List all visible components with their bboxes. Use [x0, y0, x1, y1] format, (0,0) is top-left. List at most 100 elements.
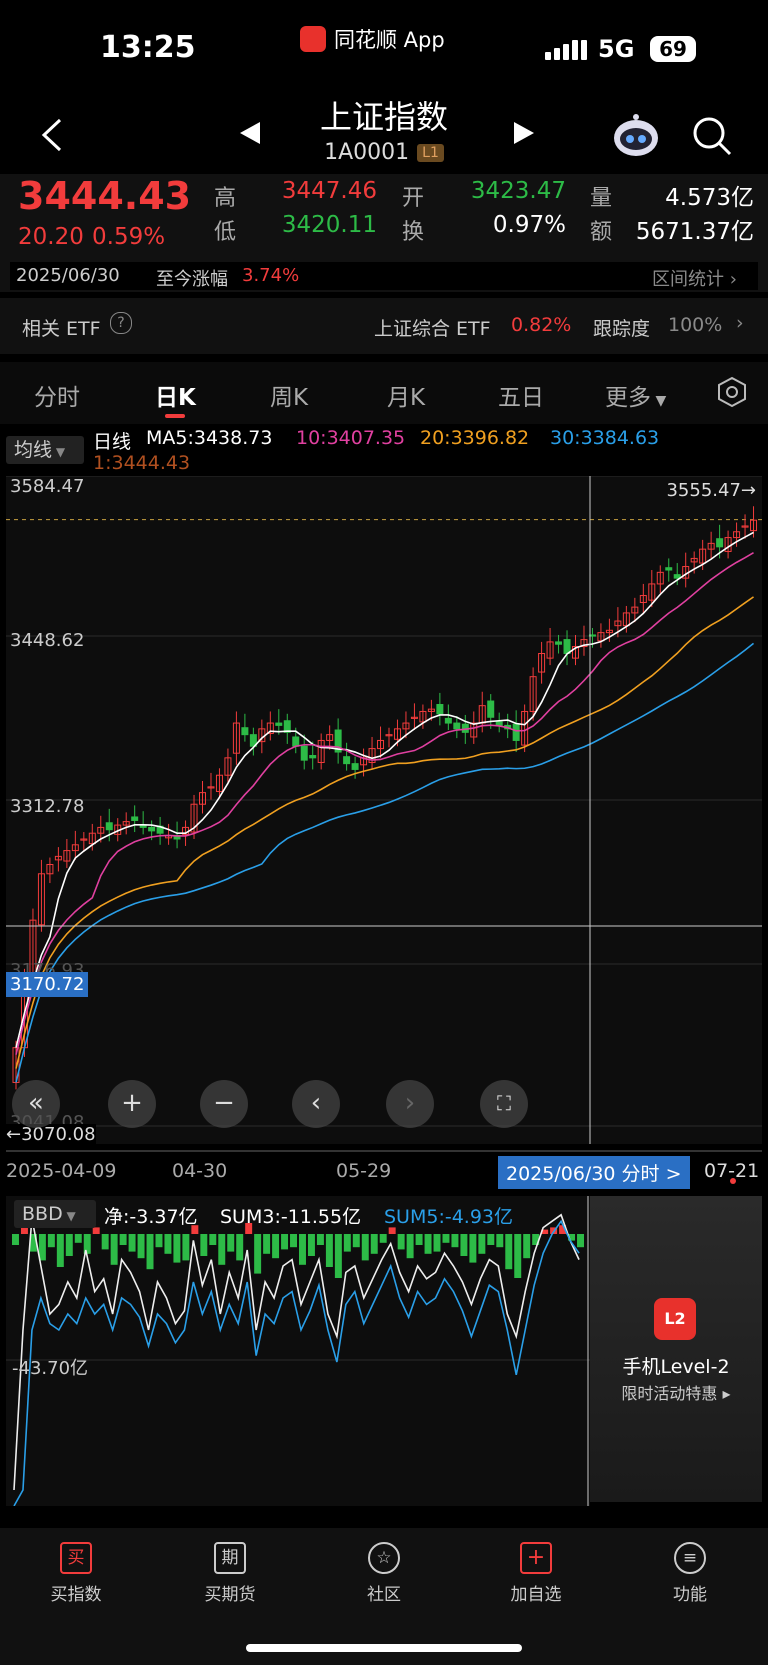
bbd-bar — [218, 1234, 226, 1265]
app-logo-icon — [300, 26, 326, 52]
level2-title: 手机Level-2 — [622, 1356, 730, 1378]
buy-index-button[interactable]: 买 买指数 — [26, 1542, 126, 1605]
candle-body — [436, 704, 444, 715]
track-value: 100% — [668, 314, 723, 336]
status-app-indicator: 同花顺 App — [300, 24, 445, 54]
candle-body — [241, 727, 249, 736]
volume-value: 4.573亿 — [665, 185, 754, 211]
bbd-bar — [47, 1234, 55, 1248]
bbd-bar — [469, 1234, 477, 1263]
bbd-bar — [370, 1234, 378, 1254]
bbd-bar — [12, 1234, 19, 1245]
functions-button[interactable]: ≡ 功能 — [640, 1542, 740, 1605]
open-value: 3423.47 — [470, 178, 566, 204]
scroll-left-button[interactable]: ‹ — [292, 1080, 340, 1128]
bbd-bar — [514, 1234, 522, 1278]
ma5-value: MA5:3438.73 — [146, 427, 273, 449]
menu-icon: ≡ — [674, 1542, 706, 1574]
chevron-left-icon: ‹ — [310, 1088, 322, 1118]
functions-label: 功能 — [673, 1585, 707, 1605]
level2-promo-card[interactable]: L2 手机Level-2 限时活动特惠 ▸ — [590, 1196, 762, 1502]
range-stats-link[interactable]: 区间统计 › — [652, 265, 737, 291]
zoom-in-button[interactable]: + — [108, 1080, 156, 1128]
scroll-right-button[interactable]: › — [386, 1080, 434, 1128]
tab-intraday[interactable]: 分时 — [34, 378, 80, 412]
bbd-bar — [496, 1234, 504, 1248]
related-etf-row[interactable]: 相关 ETF ? 上证综合 ETF 0.82% 跟踪度 100% › — [0, 298, 768, 354]
level2-icon: L2 — [654, 1298, 696, 1340]
bbd-bar — [406, 1234, 414, 1259]
indicator-selector[interactable]: 均线 ▼ — [6, 436, 84, 464]
bbd-bar — [442, 1234, 450, 1243]
amount-value: 5671.37亿 — [635, 219, 754, 245]
bbd-bar — [236, 1234, 244, 1261]
minus-icon: − — [213, 1088, 235, 1118]
x-axis: 2025-04-09 04-30 05-29 2025/06/30 分时 > 0… — [0, 1150, 768, 1189]
buy-futures-button[interactable]: 期 买期货 — [180, 1542, 280, 1605]
turnover-value: 0.97% — [492, 212, 566, 238]
battery-icon: 69 — [650, 36, 696, 62]
bbd-bar — [164, 1234, 172, 1254]
collapse-left-button[interactable]: « — [12, 1080, 60, 1128]
bbd-bar — [110, 1234, 118, 1265]
candle-body — [343, 756, 351, 765]
code-text: 1A0001 — [324, 140, 410, 165]
plus-icon: + — [121, 1088, 143, 1118]
bbd-bar — [299, 1234, 306, 1265]
ai-assistant-button[interactable] — [610, 110, 662, 162]
triangle-right-icon — [514, 122, 534, 144]
tab-five-day[interactable]: 五日 — [498, 378, 544, 412]
bbd-bar — [487, 1234, 495, 1245]
candle-body — [105, 822, 113, 831]
level2-subtitle-row: 限时活动特惠 ▸ — [590, 1380, 762, 1404]
search-button[interactable] — [690, 114, 734, 158]
tab-more-label: 更多 — [605, 385, 651, 411]
buy-index-label: 买指数 — [50, 1585, 102, 1605]
track-label: 跟踪度 — [593, 318, 651, 340]
search-icon — [693, 117, 732, 156]
candle-body — [495, 721, 503, 726]
candle-body — [148, 826, 156, 832]
ma1-value: 1:3444.43 — [93, 452, 191, 474]
chevron-right-icon: › — [404, 1088, 416, 1118]
bbd-bar — [451, 1234, 459, 1248]
robot-icon — [614, 114, 658, 156]
selected-date-intraday-button[interactable]: 2025/06/30 分时 > — [498, 1156, 690, 1189]
bbd-chart[interactable] — [6, 1196, 590, 1506]
buy-icon: 买 — [60, 1542, 92, 1574]
bbd-y-label: -43.70亿 — [12, 1358, 89, 1379]
bbd-bar — [65, 1234, 73, 1256]
candle-body — [292, 736, 300, 747]
ma-legend: 均线 ▼ 日线 MA5:3438.73 10:3407.35 20:3396.8… — [0, 424, 768, 476]
bbd-bar — [352, 1234, 360, 1248]
bbd-bar — [38, 1234, 46, 1261]
buy-futures-label: 买期货 — [204, 1585, 256, 1605]
bbd-legend: BBD ▼ 净:-3.37亿 SUM3:-11.55亿 SUM5:-4.93亿 … — [8, 1196, 588, 1379]
add-watchlist-button[interactable]: + 加自选 — [486, 1542, 586, 1605]
today-dot — [730, 1178, 736, 1184]
fullscreen-button[interactable]: ⛶ — [480, 1080, 528, 1128]
bbd-bar — [523, 1234, 531, 1259]
bbd-bar — [101, 1234, 109, 1250]
bbd-selector[interactable]: BBD ▼ — [14, 1200, 96, 1228]
bbd-bar — [119, 1234, 127, 1245]
tab-weekly-k[interactable]: 周K — [270, 378, 308, 412]
chart-controls: « + − ‹ › ⛶ — [6, 1080, 762, 1130]
tab-more[interactable]: 更多 ▼ — [605, 378, 666, 412]
help-icon[interactable]: ? — [110, 312, 132, 334]
tab-monthly-k[interactable]: 月K — [387, 378, 425, 412]
kline-chart[interactable] — [6, 476, 762, 1144]
bbd-bar — [182, 1234, 190, 1261]
x-label-2: 04-30 — [172, 1160, 228, 1182]
chart-settings-button[interactable] — [716, 376, 748, 412]
bbd-bar — [460, 1234, 468, 1256]
next-index-button[interactable] — [508, 118, 538, 152]
zoom-out-button[interactable]: − — [200, 1080, 248, 1128]
tab-daily-k[interactable]: 日K — [155, 378, 196, 412]
low-value: 3420.11 — [281, 212, 377, 238]
bbd-bar — [200, 1234, 208, 1256]
x-label-3: 05-29 — [336, 1160, 392, 1182]
network-type: 5G — [598, 35, 635, 63]
hexagon-settings-icon — [718, 376, 746, 408]
community-button[interactable]: ☆ 社区 — [334, 1542, 434, 1605]
